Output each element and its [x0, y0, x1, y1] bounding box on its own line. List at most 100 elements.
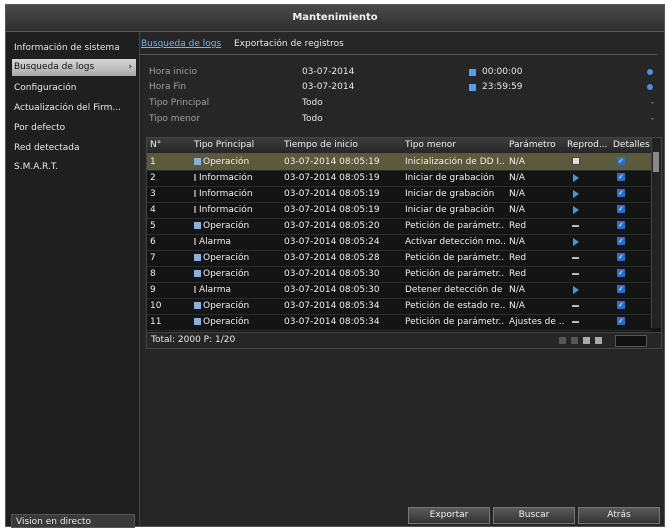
last-page-icon[interactable] — [595, 337, 602, 344]
end-time-field[interactable]: 23:59:59 — [482, 81, 522, 94]
header-playback[interactable]: Reprod... — [567, 138, 611, 153]
row-number: 2 — [150, 173, 156, 183]
no-playback-icon[interactable] — [572, 321, 579, 323]
export-button[interactable]: Exportar — [408, 507, 490, 524]
play-icon[interactable] — [573, 206, 579, 214]
header-minor-type[interactable]: Tipo menor — [405, 138, 456, 153]
table-row[interactable]: 6 Alarma 03-07-2014 08:05:24 Activar detecc… — [147, 234, 651, 251]
operation-icon — [194, 270, 201, 277]
scroll-thumb[interactable] — [653, 152, 659, 172]
table-row[interactable]: 11 Operación 03-07-2014 08:05:34 Petición d… — [147, 314, 651, 331]
sidebar-item-default[interactable]: Por defecto — [12, 120, 136, 137]
check-icon[interactable]: ✓ — [617, 205, 625, 213]
row-number: 1 — [150, 157, 156, 167]
sidebar-item-firmware-update[interactable]: Actualización del Firm... — [12, 100, 136, 117]
page-input[interactable] — [615, 335, 647, 347]
table-row[interactable]: 8 Operación 03-07-2014 08:05:30 Petición de… — [147, 266, 651, 283]
select-icon[interactable] — [572, 157, 580, 165]
tab-export-records[interactable]: Exportación de registros — [234, 39, 344, 49]
check-icon[interactable]: ✓ — [617, 285, 625, 293]
back-button[interactable]: Atrás — [578, 507, 660, 524]
live-view-button[interactable]: Vision en directo — [11, 514, 135, 528]
sidebar-item-network-detected[interactable]: Red detectada — [12, 140, 136, 157]
check-icon[interactable]: ✓ — [617, 189, 625, 197]
row-start-time: 03-07-2014 08:05:19 — [284, 205, 380, 215]
prev-page-icon[interactable] — [571, 337, 578, 344]
table-row[interactable]: 7 Operación 03-07-2014 08:05:28 Petición de… — [147, 250, 651, 267]
vertical-scrollbar[interactable] — [651, 138, 661, 328]
row-major-type-text: Información — [199, 205, 253, 215]
check-icon[interactable]: ✓ — [617, 173, 625, 181]
check-icon[interactable]: ✓ — [617, 301, 625, 309]
table-row[interactable]: 1 Operación 03-07-2014 08:05:19 Inicializac… — [147, 154, 651, 171]
sidebar-item-label: Red detectada — [14, 143, 80, 153]
header-details[interactable]: Detalles — [613, 138, 650, 153]
clock-icon[interactable] — [647, 69, 653, 75]
sidebar-item-label: Configuración — [14, 83, 77, 93]
start-time-field[interactable]: 00:00:00 — [482, 66, 522, 79]
dropdown-icon[interactable]: - — [651, 97, 654, 110]
search-button[interactable]: Buscar — [493, 507, 575, 524]
row-start-time: 03-07-2014 08:05:30 — [284, 269, 380, 279]
sidebar-item-smart[interactable]: S.M.A.R.T. — [12, 159, 136, 176]
row-number: 7 — [150, 253, 156, 263]
calendar-icon[interactable] — [469, 69, 476, 76]
calendar-icon[interactable] — [469, 84, 476, 91]
minor-type-select[interactable]: Todo — [302, 113, 323, 126]
sidebar-item-configuration[interactable]: Configuración — [12, 80, 136, 97]
table-row[interactable]: 3 Información 03-07-2014 08:05:19 Iniciar d… — [147, 186, 651, 203]
tab-log-search[interactable]: Busqueda de logs — [141, 39, 221, 49]
check-icon[interactable]: ✓ — [617, 253, 625, 261]
row-number: 4 — [150, 205, 156, 215]
check-icon[interactable]: ✓ — [617, 317, 625, 325]
table-row[interactable]: 5 Operación 03-07-2014 08:05:20 Petición de… — [147, 218, 651, 235]
info-icon — [194, 190, 196, 197]
row-major-type-text: Operación — [203, 269, 250, 279]
sidebar-item-log-search[interactable]: Busqueda de logs › — [12, 59, 136, 76]
no-playback-icon[interactable] — [572, 273, 579, 275]
table-row[interactable]: 2 Información 03-07-2014 08:05:19 Iniciar d… — [147, 170, 651, 187]
play-icon[interactable] — [573, 174, 579, 182]
row-minor-type: Petición de parámetr... — [405, 221, 505, 231]
start-date-field[interactable]: 03-07-2014 — [302, 66, 354, 79]
row-major-type-text: Operación — [203, 317, 250, 327]
play-icon[interactable] — [573, 238, 579, 246]
table-row[interactable]: 10 Operación 03-07-2014 08:05:34 Petición d… — [147, 298, 651, 315]
row-parameter: Red — [509, 253, 527, 263]
play-icon[interactable] — [573, 190, 579, 198]
info-icon — [194, 286, 196, 293]
operation-icon — [194, 158, 201, 165]
table-row[interactable]: 9 Alarma 03-07-2014 08:05:30 Detener detecc… — [147, 282, 651, 299]
check-icon[interactable]: ✓ — [617, 221, 625, 229]
next-page-icon[interactable] — [583, 337, 590, 344]
row-minor-type: Petición de parámetr... — [405, 269, 505, 279]
row-number: 10 — [150, 301, 162, 311]
minor-type-row: Tipo menor Todo - — [139, 113, 657, 126]
first-page-icon[interactable] — [559, 337, 566, 344]
header-number[interactable]: N° — [150, 138, 161, 153]
operation-icon — [194, 302, 201, 309]
no-playback-icon[interactable] — [572, 225, 579, 227]
table-row[interactable]: 4 Información 03-07-2014 08:05:19 Iniciar d… — [147, 202, 651, 219]
end-date-field[interactable]: 03-07-2014 — [302, 81, 354, 94]
clock-icon[interactable] — [647, 84, 653, 90]
row-parameter: N/A — [509, 237, 525, 247]
log-table: N° Tipo Principal Tiempo de inicio Tipo … — [146, 137, 662, 349]
info-icon — [194, 238, 196, 245]
header-start-time[interactable]: Tiempo de inicio — [284, 138, 358, 153]
row-parameter: N/A — [509, 285, 525, 295]
no-playback-icon[interactable] — [572, 257, 579, 259]
row-major-type: Operación — [194, 250, 280, 266]
check-icon[interactable]: ✓ — [617, 237, 625, 245]
major-type-select[interactable]: Todo — [302, 97, 323, 110]
row-number: 9 — [150, 285, 156, 295]
check-icon[interactable]: ✓ — [617, 269, 625, 277]
no-playback-icon[interactable] — [572, 305, 579, 307]
dropdown-icon[interactable]: - — [651, 113, 654, 126]
header-major-type[interactable]: Tipo Principal — [194, 138, 254, 153]
header-parameter[interactable]: Parámetro — [509, 138, 556, 153]
sidebar-item-label: Busqueda de logs — [14, 62, 95, 72]
check-icon[interactable]: ✓ — [617, 157, 625, 165]
play-icon[interactable] — [573, 286, 579, 294]
sidebar-item-system-info[interactable]: Información de sistema — [12, 40, 136, 57]
